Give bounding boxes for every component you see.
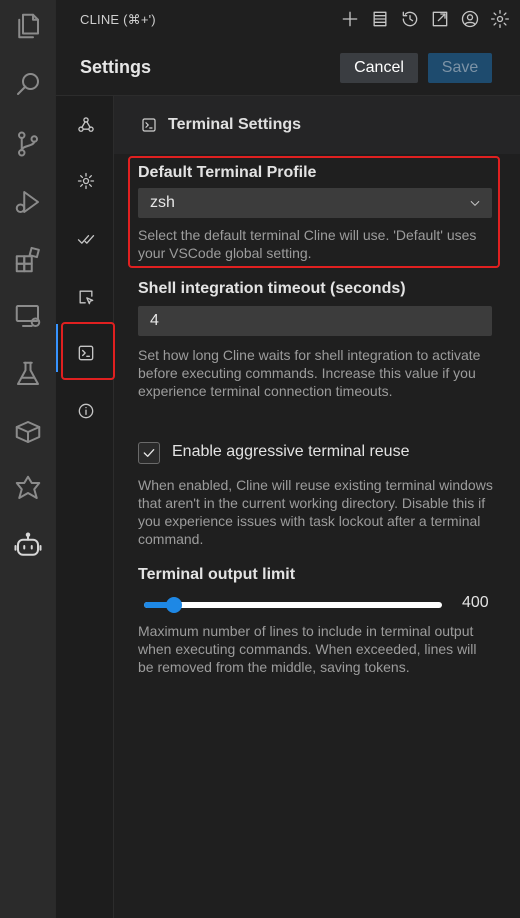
aggressive-reuse-checkbox[interactable]	[138, 442, 160, 464]
cline-panel: CLINE (⌘+') Settings Cancel Save Termina…	[56, 0, 520, 918]
testing-flask-icon[interactable]	[10, 356, 46, 392]
settings-gear-icon[interactable]	[488, 7, 512, 31]
panel-title: CLINE (⌘+')	[80, 12, 156, 27]
settings-title: Settings	[80, 57, 152, 77]
remote-explorer-icon[interactable]	[10, 298, 46, 334]
features-check-icon	[77, 235, 95, 244]
shell-timeout-input[interactable]	[138, 306, 492, 336]
output-limit-description: Maximum number of lines to include in te…	[138, 623, 477, 675]
containers-icon[interactable]	[10, 414, 46, 450]
panel-titlebar: CLINE (⌘+')	[56, 0, 520, 40]
api-config-icon	[78, 117, 94, 132]
explorer-icon[interactable]	[10, 8, 46, 44]
about-info-icon	[78, 403, 94, 419]
general-gear-icon	[77, 172, 95, 190]
activity-bar	[0, 0, 56, 918]
terminal-tab-highlight	[61, 322, 115, 380]
tab-about[interactable]	[60, 386, 112, 436]
section-title: Terminal Settings	[168, 116, 302, 133]
cancel-button[interactable]: Cancel	[340, 53, 418, 83]
settings-tab-rail	[56, 96, 115, 918]
aggressive-reuse-description: When enabled, Cline will reuse existing …	[138, 477, 493, 547]
checkmark-icon	[143, 449, 155, 457]
plus-icon[interactable]	[338, 7, 362, 31]
tab-features[interactable]	[60, 214, 112, 264]
open-external-icon[interactable]	[428, 7, 452, 31]
account-icon[interactable]	[458, 7, 482, 31]
search-icon[interactable]	[10, 66, 46, 102]
settings-header: Settings Cancel Save	[56, 44, 520, 96]
cline-robot-icon[interactable]	[10, 528, 46, 564]
terminal-settings-content: Terminal Settings Default Terminal Profi…	[114, 96, 520, 918]
shell-timeout-description: Set how long Cline waits for shell integ…	[138, 347, 481, 399]
ai-agent-icon[interactable]	[10, 470, 46, 506]
tab-general[interactable]	[60, 156, 112, 206]
save-button[interactable]: Save	[428, 53, 492, 83]
history-clock-icon[interactable]	[398, 7, 422, 31]
section-header: Terminal Settings	[114, 96, 520, 154]
run-debug-icon[interactable]	[10, 184, 46, 220]
title-actions	[338, 7, 512, 31]
tab-api-config[interactable]	[60, 100, 112, 150]
source-control-icon[interactable]	[10, 126, 46, 162]
terminal-section-icon	[142, 118, 156, 132]
output-limit-slider[interactable]	[144, 597, 442, 613]
default-profile-highlight	[128, 156, 500, 268]
output-limit-value: 400	[462, 594, 489, 611]
history-list-icon[interactable]	[368, 7, 392, 31]
tab-browser[interactable]	[60, 272, 112, 322]
browser-cursor-icon	[79, 290, 94, 305]
output-limit-thumb[interactable]	[165, 597, 182, 613]
shell-timeout-label: Shell integration timeout (seconds)	[138, 280, 406, 297]
output-limit-label: Terminal output limit	[138, 566, 296, 583]
active-tab-indicator	[56, 324, 58, 372]
aggressive-reuse-label[interactable]: Enable aggressive terminal reuse	[172, 443, 409, 461]
extensions-icon[interactable]	[10, 242, 46, 278]
